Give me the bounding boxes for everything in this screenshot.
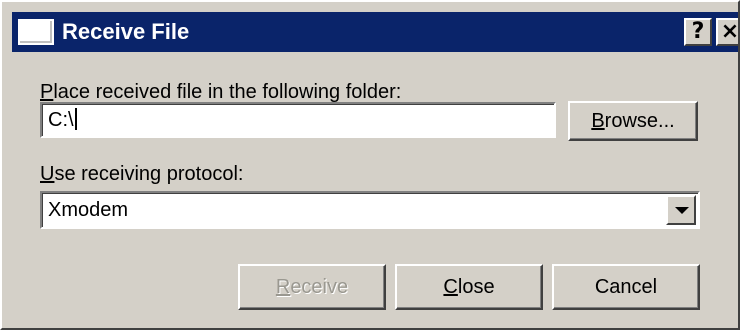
close-window-button[interactable]: ×	[716, 18, 740, 46]
help-button[interactable]: ?	[684, 18, 712, 46]
folder-input-value: C:\	[48, 109, 74, 131]
receive-file-dialog: Receive File ? × Place received file in …	[0, 0, 740, 330]
protocol-selected-value: Xmodem	[48, 199, 129, 221]
receive-button[interactable]: Receive	[238, 264, 386, 310]
cancel-button[interactable]: Cancel	[552, 264, 700, 310]
folder-input[interactable]: C:\	[40, 102, 556, 138]
protocol-select[interactable]: Xmodem	[40, 191, 700, 229]
protocol-dropdown-button[interactable]	[666, 195, 696, 225]
text-caret	[74, 108, 77, 130]
window-icon	[18, 19, 54, 45]
help-icon: ?	[691, 19, 705, 44]
close-icon: ×	[720, 19, 740, 44]
protocol-label: Use receiving protocol:	[40, 163, 244, 185]
window-title: Receive File	[62, 19, 190, 44]
title-bar[interactable]: Receive File ? ×	[12, 12, 740, 52]
chevron-down-icon	[675, 207, 689, 214]
browse-button[interactable]: Browse...	[568, 101, 698, 141]
folder-label: Place received file in the following fol…	[40, 81, 402, 103]
close-button[interactable]: Close	[395, 264, 543, 310]
